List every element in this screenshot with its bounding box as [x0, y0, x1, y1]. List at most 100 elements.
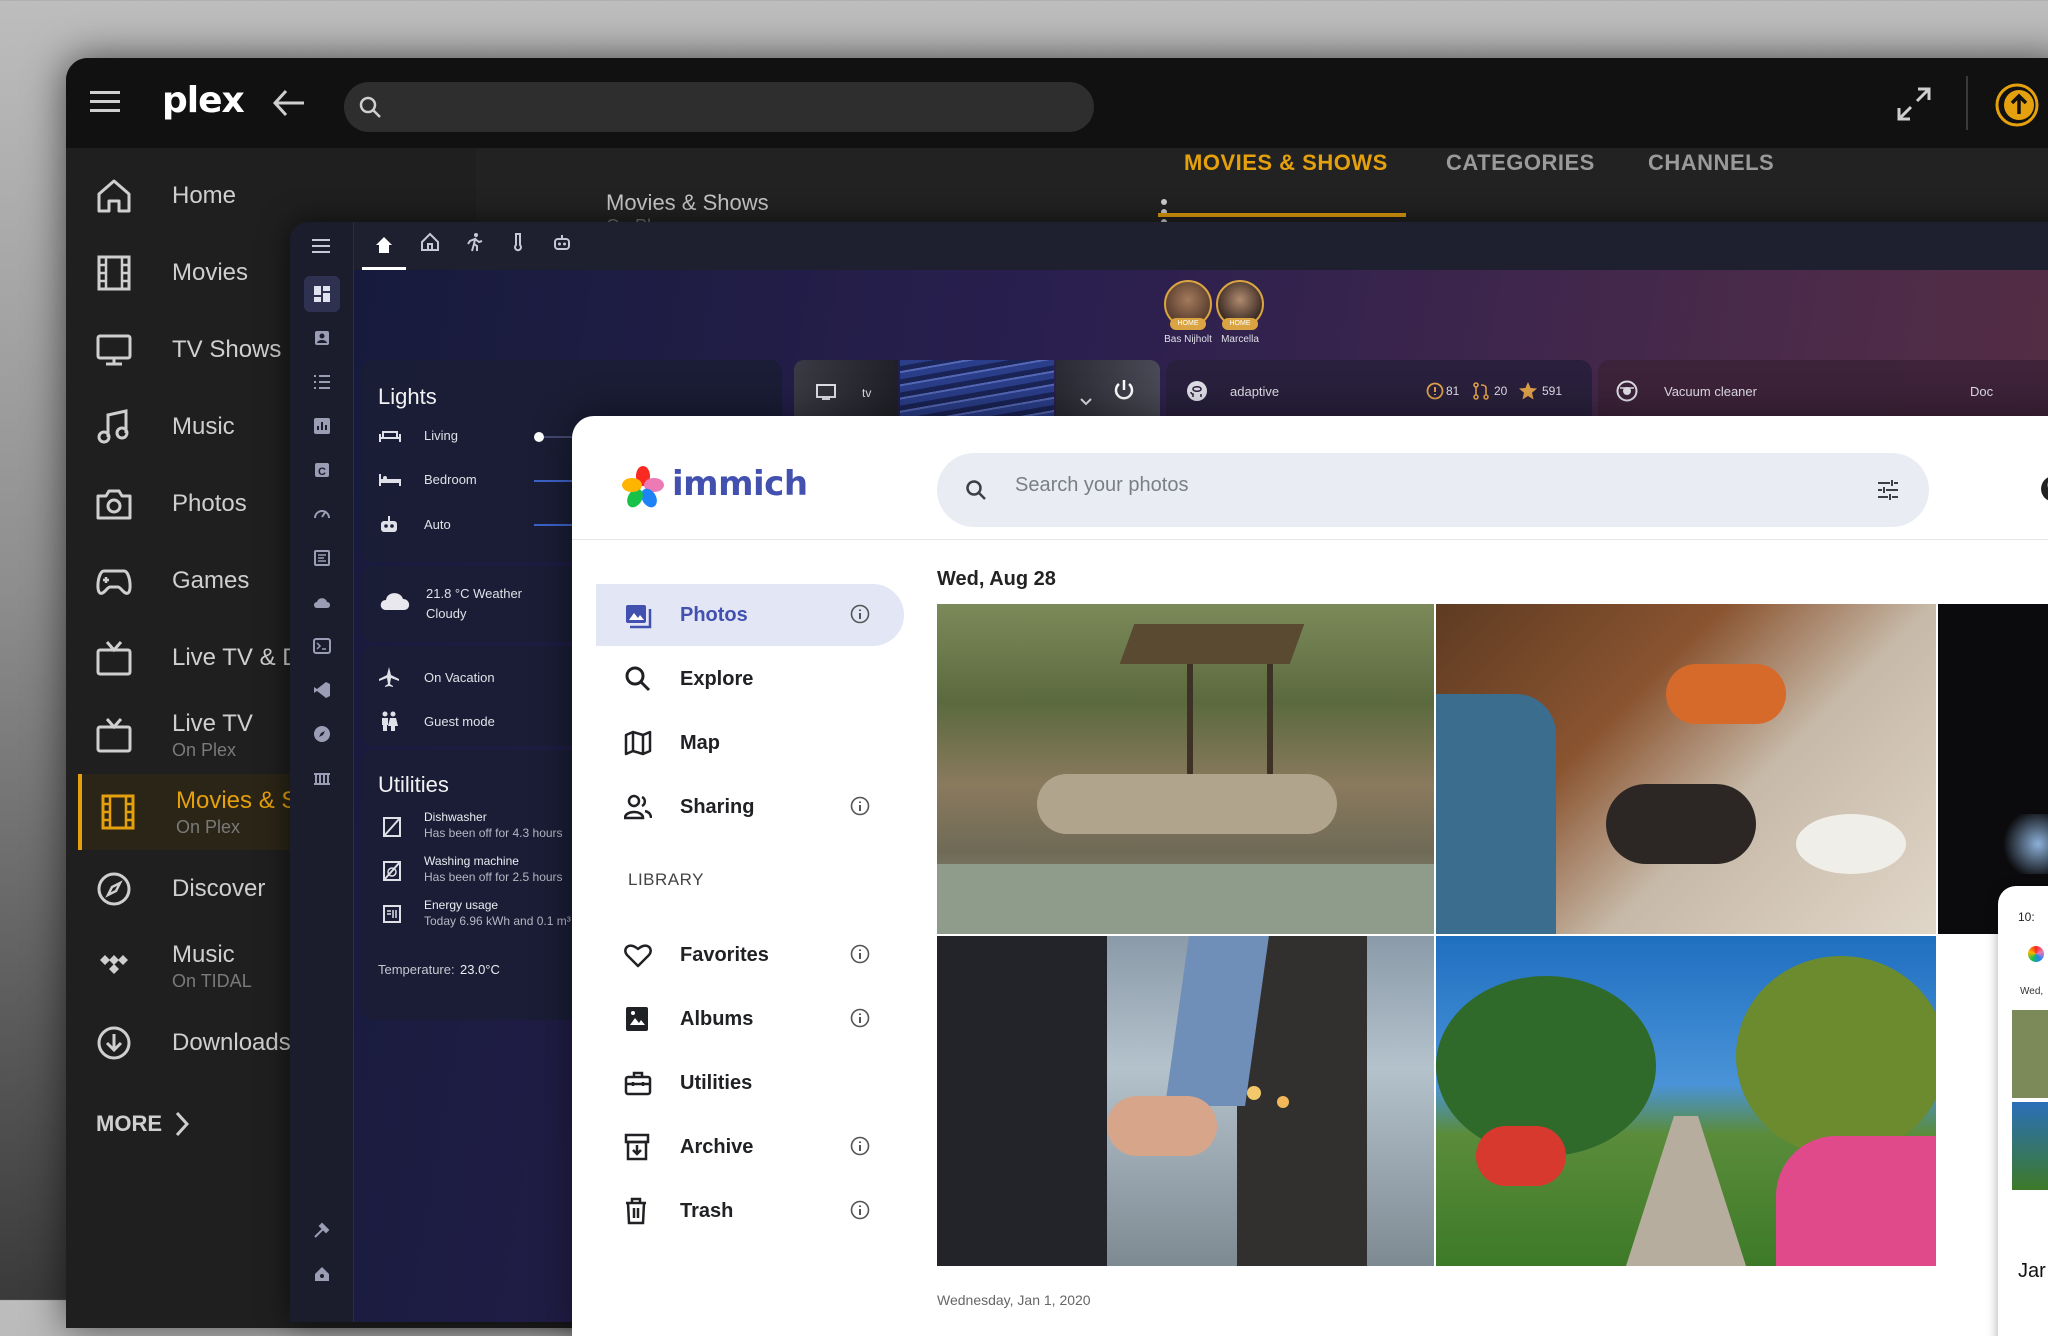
hammer-icon[interactable]	[304, 1212, 340, 1248]
photo-thumbnail[interactable]	[937, 604, 1434, 934]
nav-photos[interactable]: Photos	[596, 584, 904, 646]
back-arrow-icon[interactable]	[272, 88, 306, 118]
logbook-icon[interactable]	[304, 540, 340, 576]
nav-favorites[interactable]: Favorites	[596, 924, 904, 986]
cloud-icon	[378, 588, 412, 612]
motion-icon[interactable]	[464, 232, 492, 260]
airplane-icon	[378, 666, 404, 688]
terminal-icon[interactable]	[304, 628, 340, 664]
star-icon	[1518, 381, 1538, 401]
media-tile-tv[interactable]: tv	[794, 360, 898, 424]
sidebar-item-label: TV Shows	[172, 336, 282, 363]
media-artwork[interactable]	[900, 360, 1054, 424]
expand-icon[interactable]	[1896, 86, 1932, 122]
gauge-icon[interactable]	[304, 496, 340, 532]
utility-status: Today 6.96 kWh and 0.1 m³	[424, 914, 571, 928]
vacuum-card[interactable]: Vacuum cleaner Doc	[1598, 360, 2048, 424]
plex-search-bar[interactable]	[344, 82, 1094, 132]
card-title: Lights	[378, 384, 437, 409]
info-icon[interactable]	[850, 796, 870, 816]
photo-thumbnail[interactable]	[937, 936, 1434, 1266]
tools-icon[interactable]	[304, 760, 340, 796]
cloud-icon[interactable]	[304, 584, 340, 620]
pr-count: 20	[1494, 384, 1508, 398]
info-icon[interactable]	[850, 1200, 870, 1220]
chevron-right-icon	[174, 1110, 190, 1138]
tab-home[interactable]	[362, 222, 406, 270]
info-icon[interactable]	[850, 944, 870, 964]
weather-state: Cloudy	[426, 606, 467, 621]
photo-thumbnail	[2012, 1010, 2048, 1098]
live-tv-icon	[94, 715, 144, 755]
nav-archive[interactable]: Archive	[596, 1116, 904, 1178]
nav-sharing[interactable]: Sharing	[596, 776, 904, 838]
photo-thumbnail[interactable]	[1436, 936, 1936, 1266]
person-badge-icon[interactable]	[304, 320, 340, 356]
vacuum-status: Doc	[1970, 384, 1994, 399]
nav-map[interactable]: Map	[596, 712, 904, 774]
sidebar-item-label: Music	[172, 940, 235, 968]
chevron-down-icon[interactable]	[1080, 398, 1092, 406]
calendar-icon[interactable]: C	[304, 452, 340, 488]
nav-albums[interactable]: Albums	[596, 988, 904, 1050]
chart-icon[interactable]	[304, 408, 340, 444]
star-count: 591	[1542, 384, 1563, 398]
compass-icon[interactable]	[304, 716, 340, 752]
menu-icon[interactable]	[90, 88, 122, 116]
nav-explore[interactable]: Explore	[596, 648, 904, 710]
theme-toggle-icon[interactable]	[2032, 474, 2048, 504]
filter-sliders-icon[interactable]	[1877, 479, 1899, 501]
search-icon	[965, 479, 987, 501]
menu-icon[interactable]	[304, 228, 340, 264]
vscode-icon[interactable]	[304, 672, 340, 708]
search-input[interactable]	[1013, 473, 1793, 498]
thermometer-icon[interactable]	[508, 232, 536, 260]
info-icon[interactable]	[850, 1136, 870, 1156]
tab-channels[interactable]: CHANNELS	[1648, 150, 1774, 176]
film-icon	[94, 253, 144, 293]
person-name: Marcella	[1221, 334, 1259, 345]
photo-search-bar[interactable]	[937, 453, 1929, 527]
home-icon	[94, 176, 144, 216]
light-row-living[interactable]: Living	[378, 426, 458, 444]
home-settings-icon[interactable]	[304, 1256, 340, 1292]
tab-categories[interactable]: CATEGORIES	[1446, 150, 1595, 176]
info-icon[interactable]	[850, 1008, 870, 1028]
page-title: Movies & Shows	[606, 190, 769, 215]
plex-logo[interactable]: plex	[162, 80, 245, 121]
photos-icon	[624, 601, 656, 629]
light-row-auto[interactable]: Auto	[378, 514, 451, 534]
robot-icon	[378, 514, 404, 534]
mode-row-vacation[interactable]: On Vacation	[378, 666, 495, 688]
utility-label: Energy usage	[424, 898, 499, 912]
info-icon[interactable]	[850, 604, 870, 624]
album-icon	[624, 1005, 656, 1033]
sidebar-item-label: Discover	[172, 875, 266, 902]
media-tile-power[interactable]	[1056, 360, 1160, 424]
light-row-bedroom[interactable]: Bedroom	[378, 470, 477, 488]
brightness-slider-handle[interactable]	[534, 432, 544, 442]
power-icon[interactable]	[1112, 378, 1136, 402]
github-card[interactable]: adaptive 81 20 591	[1166, 360, 1592, 424]
dashboard-icon[interactable]	[304, 276, 340, 312]
immich-logo-icon[interactable]	[622, 466, 664, 508]
nav-trash[interactable]: Trash	[596, 1180, 904, 1242]
nav-utilities[interactable]: Utilities	[596, 1052, 904, 1114]
issue-count: 81	[1446, 384, 1460, 398]
tab-movies-shows[interactable]: MOVIES & SHOWS	[1184, 150, 1388, 176]
utility-label: Washing machine	[424, 854, 519, 868]
mode-row-guest[interactable]: Guest mode	[378, 710, 495, 732]
more-button[interactable]: MORE	[96, 1110, 190, 1138]
list-icon[interactable]	[304, 364, 340, 400]
photo-thumbnail[interactable]	[1938, 604, 2048, 934]
robot-icon[interactable]	[552, 232, 580, 260]
people-icon	[624, 793, 656, 821]
heart-icon	[624, 942, 656, 968]
date-group-heading: Wednesday, Jan 1, 2020	[937, 1292, 1091, 1308]
upgrade-icon[interactable]	[1994, 82, 2040, 128]
house-icon[interactable]	[420, 232, 448, 260]
photo-thumbnail[interactable]	[1436, 604, 1936, 934]
active-tab-indicator	[1158, 213, 1406, 217]
vacuum-label: Vacuum cleaner	[1664, 384, 1757, 399]
immich-logo-text[interactable]: immich	[672, 464, 808, 504]
